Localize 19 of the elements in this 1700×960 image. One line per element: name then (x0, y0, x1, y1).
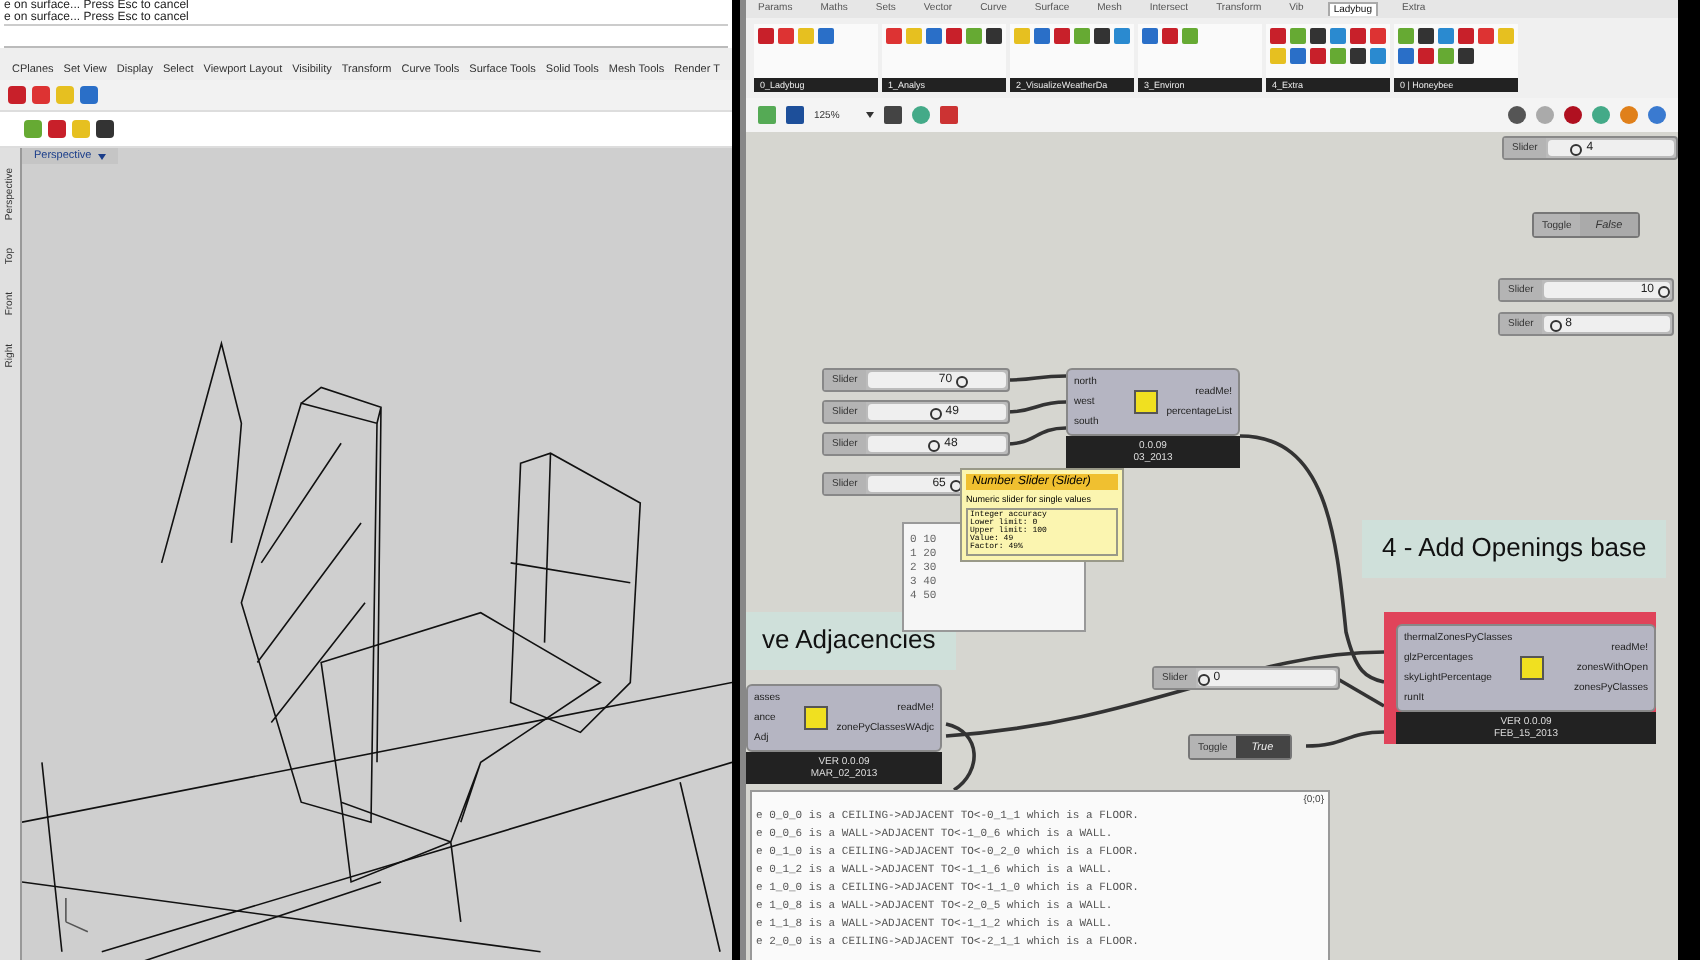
command-input-field[interactable] (4, 24, 728, 48)
component-icon (804, 706, 829, 730)
wire (1006, 374, 1066, 382)
component-icon (1520, 656, 1545, 680)
wire (1005, 400, 1067, 414)
slider-thumb[interactable] (929, 408, 942, 420)
caret-icon[interactable] (97, 153, 106, 159)
component-icon (1134, 390, 1159, 414)
slider-thumb[interactable] (928, 440, 941, 452)
axes-icon (65, 897, 89, 933)
wire (1005, 426, 1067, 446)
group-title: ve Adjacencies (746, 612, 956, 670)
slider-thumb[interactable] (956, 376, 969, 388)
slider-thumb[interactable] (1658, 286, 1670, 298)
slider-thumb[interactable] (1197, 674, 1210, 686)
slider-thumb[interactable] (1549, 320, 1562, 332)
caret-icon[interactable] (865, 112, 874, 118)
group-title: 4 - Add Openings base (1362, 520, 1667, 578)
slider-thumb[interactable] (1570, 144, 1583, 156)
